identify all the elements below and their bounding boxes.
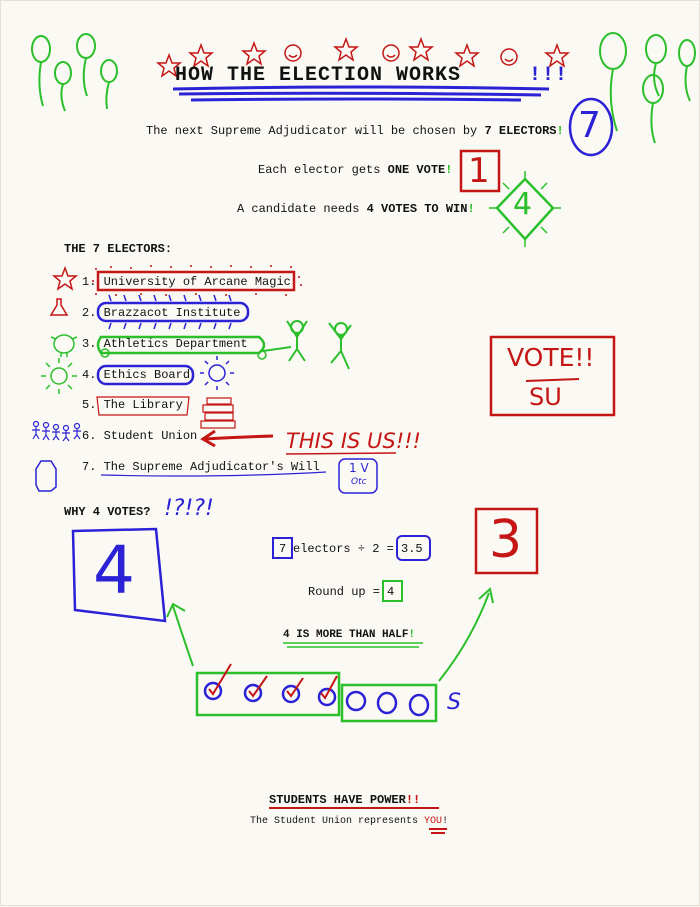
books-icon xyxy=(200,397,236,429)
math-middle: electors ÷ 2 = xyxy=(293,542,394,556)
elector-name: University of Arcane Magic xyxy=(103,275,291,289)
intro-line-1-text: The next Supreme Adjudicator will be cho… xyxy=(146,124,478,138)
title-underline xyxy=(172,85,550,102)
checked-vote-circles xyxy=(203,681,337,707)
intro-line-2: Each elector gets ONE VOTE! xyxy=(258,163,452,177)
elector-number: 7. xyxy=(82,460,97,474)
elector-number: 6. xyxy=(82,429,97,443)
arrow-up-left xyxy=(166,602,194,667)
elector-name: The Library xyxy=(103,398,183,412)
trophy-icon xyxy=(50,334,78,357)
more-than-half: 4 IS MORE THAN HALF! xyxy=(283,628,415,642)
shield-icon xyxy=(35,460,57,492)
star-icon xyxy=(51,265,79,291)
big-four-text: 4 xyxy=(93,532,135,609)
intro-line-1-strong: 7 ELECTORS xyxy=(484,124,557,138)
math-seven: 7 xyxy=(279,542,287,556)
intro-line-2-text: Each elector gets xyxy=(258,163,381,177)
intro-line-3-strong: 4 VOTES TO WIN xyxy=(366,202,468,216)
people-group-icon xyxy=(32,420,81,442)
more-than-half-bang: ! xyxy=(408,629,416,641)
flyer-page: HOW THE ELECTION WORKS !!! The next Supr… xyxy=(0,0,700,906)
intro-line-2-strong: ONE VOTE xyxy=(387,163,446,177)
elector-item: 6. Student Union xyxy=(82,429,197,443)
elector-item: 7. The Supreme Adjudicator's Will xyxy=(82,460,320,474)
votes-box-checked xyxy=(195,671,341,717)
elector-item: 1. University of Arcane Magic xyxy=(82,275,291,289)
vote-sign-bottom-text: SU xyxy=(529,383,562,411)
big-three-text: 3 xyxy=(489,510,523,570)
elector-name: The Supreme Adjudicator's Will xyxy=(103,460,320,474)
math-result: 3.5 xyxy=(401,542,423,556)
check-marks-icon xyxy=(208,663,338,700)
intro-line-3-text: A candidate needs xyxy=(237,202,360,216)
more-than-half-text: 4 IS MORE THAN HALF xyxy=(283,629,409,641)
balloons-left-icon xyxy=(31,33,118,112)
elector-item: 2. Brazzacot Institute xyxy=(82,306,240,320)
one-v-sub-text: Otc xyxy=(351,477,367,487)
elector-name: Brazzacot Institute xyxy=(103,306,241,320)
footer-you: YOU xyxy=(424,816,443,827)
elector-name: Student Union xyxy=(103,429,198,443)
elector-number: 3. xyxy=(82,337,97,351)
arrow-up-right xyxy=(438,587,494,682)
elector-item: 4. Ethics Board xyxy=(82,368,190,382)
this-is-us-text: THIS IS US!!! xyxy=(286,429,421,453)
round-up-label: Round up = xyxy=(308,585,381,599)
box-one-text: 1 xyxy=(468,151,490,191)
question-marks-text: !?!?! xyxy=(164,496,214,521)
footer-headline: STUDENTS HAVE POWER!! xyxy=(269,793,420,807)
votes-box-empty xyxy=(340,683,438,723)
flask-icon xyxy=(49,298,69,316)
elector-number: 4. xyxy=(82,368,97,382)
title-exclaim: !!! xyxy=(529,64,569,87)
intro-bang: ! xyxy=(445,163,453,177)
balloons-right-icon xyxy=(599,32,696,144)
vote-sign-top-text: VOTE!! xyxy=(507,343,595,372)
elector-item: 5. The Library xyxy=(82,398,183,412)
sun-icon xyxy=(41,358,77,394)
intro-bang: ! xyxy=(556,124,564,138)
one-v-text: 1 V xyxy=(349,461,369,475)
elector-item: 3. Athletics Department xyxy=(82,337,248,351)
footer-headline-text: STUDENTS HAVE POWER xyxy=(269,793,406,807)
arrow-this-is-us xyxy=(200,429,274,448)
intro-line-3: A candidate needs 4 VOTES TO WIN! xyxy=(237,202,475,216)
elector-number: 2. xyxy=(82,306,97,320)
intro-line-1: The next Supreme Adjudicator will be cho… xyxy=(146,124,564,138)
diamond-four-text: 4 xyxy=(513,187,533,222)
footer-subline-text: The Student Union represents xyxy=(250,816,419,827)
footer-bang: ! xyxy=(442,816,449,827)
why-heading: WHY 4 VOTES? xyxy=(64,505,151,519)
circled-seven-text: 7 xyxy=(578,105,601,146)
more-than-half-underline xyxy=(283,642,423,648)
intro-bang: ! xyxy=(467,202,475,216)
empty-vote-circles xyxy=(345,690,430,717)
elector-name: Athletics Department xyxy=(103,337,248,351)
page-title: HOW THE ELECTION WORKS xyxy=(175,64,462,87)
s-mark-text: S xyxy=(447,690,461,715)
footer-subline: The Student Union represents YOU! xyxy=(250,816,448,828)
cheering-stick-figures-icon xyxy=(262,320,352,370)
round-up-value: 4 xyxy=(387,585,395,599)
elector-number: 5. xyxy=(82,398,97,412)
electors-heading: THE 7 ELECTORS: xyxy=(64,242,173,256)
elector-name: Ethics Board xyxy=(103,368,191,382)
sun-doodle-icon xyxy=(200,356,234,390)
smiley-icon xyxy=(284,44,518,66)
elector-number: 1. xyxy=(82,275,97,289)
footer-headline-exclaim: !! xyxy=(405,793,421,807)
